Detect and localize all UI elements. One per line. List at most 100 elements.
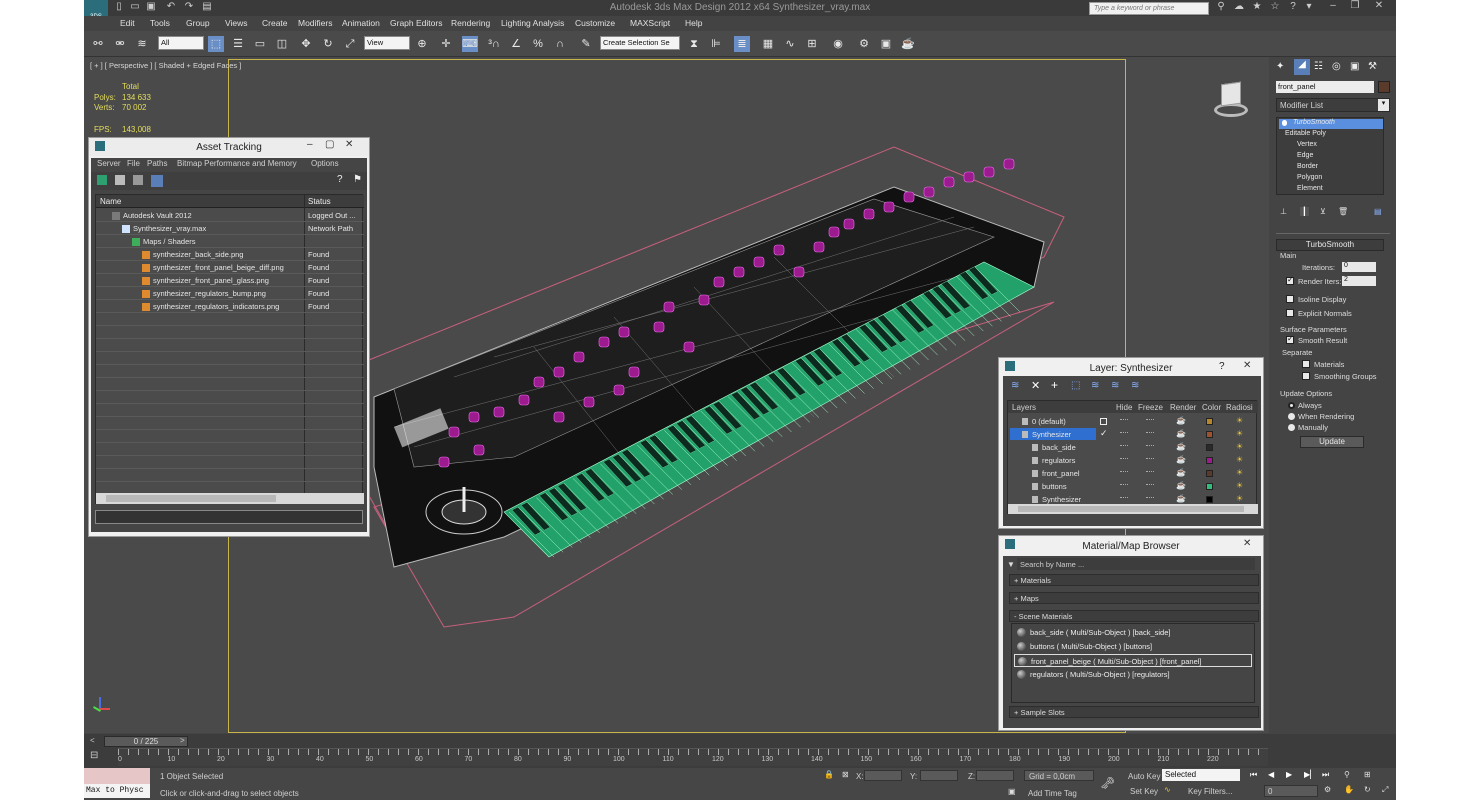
subscription-icon[interactable]: ☁	[1232, 1, 1246, 13]
help-dropdown-icon[interactable]: ▾	[1302, 1, 1316, 13]
table-view-icon[interactable]	[151, 175, 163, 187]
object-name-field[interactable]: front_panel	[1276, 81, 1374, 93]
render-teapot-icon[interactable]: ☕	[1176, 468, 1186, 477]
select-manipulate-icon[interactable]: ✛	[438, 36, 454, 52]
angle-snap-icon[interactable]: ∠	[508, 36, 524, 52]
list-view-icon[interactable]	[115, 175, 125, 185]
modifier-stack[interactable]: TurboSmooth Editable Poly Vertex Edge Border…	[1276, 117, 1384, 195]
radiosity-icon[interactable]: ☀	[1236, 468, 1243, 477]
layer-scrollbar[interactable]	[1008, 504, 1258, 514]
menu-help[interactable]: Help	[685, 18, 702, 28]
layer-color-swatch[interactable]	[1206, 457, 1213, 464]
material-map-browser[interactable]: Material/Map Browser ✕ ▼ Search by Name …	[998, 535, 1264, 731]
maxscript-input[interactable]: Max to Physc	[84, 784, 150, 798]
z-coordinate-field[interactable]	[976, 770, 1014, 781]
section-maps[interactable]: + Maps	[1009, 592, 1259, 604]
asset-row[interactable]: Autodesk Vault 2012 Logged Out ...	[96, 209, 364, 222]
layer-window[interactable]: Layer: Synthesizer ? ✕ ≋ ✕ + ⬚ ≋ ≋ ≋ Lay…	[998, 357, 1264, 529]
render-iters-checkbox[interactable]: ✓	[1286, 275, 1294, 285]
close-icon[interactable]: ✕	[1243, 360, 1251, 371]
create-layer-icon[interactable]: ≋	[1011, 380, 1019, 391]
close-icon[interactable]: ✕	[1368, 0, 1390, 14]
modifier-stack-item[interactable]: Polygon	[1277, 174, 1383, 184]
render-teapot-icon[interactable]: ☕	[1176, 442, 1186, 451]
modify-tab-icon[interactable]: ◢	[1294, 59, 1310, 75]
modifier-stack-item[interactable]: Element	[1277, 185, 1383, 195]
always-radio[interactable]	[1288, 402, 1295, 409]
hide-all-icon[interactable]: ≋	[1111, 380, 1119, 391]
modifier-stack-item[interactable]: Edge	[1277, 152, 1383, 162]
layer-color-swatch[interactable]	[1206, 418, 1213, 425]
orbit-icon[interactable]: ↻	[1364, 785, 1371, 794]
zoom-icon[interactable]: ⚲	[1344, 770, 1350, 779]
layer-row[interactable]: Synthesizer ☕ ☀ ✓	[1008, 428, 1258, 441]
minimize-icon[interactable]: –	[1322, 0, 1344, 14]
when-rendering-radio[interactable]	[1288, 413, 1295, 420]
close-icon[interactable]: ✕	[1243, 538, 1251, 549]
material-search-input[interactable]: Search by Name ...	[1017, 558, 1255, 570]
render-iters-spinner[interactable]: 2	[1342, 276, 1376, 286]
lock-selection-icon[interactable]: 🔒	[824, 770, 834, 779]
select-by-name-icon[interactable]: ☰	[230, 36, 246, 52]
col-freeze[interactable]: Freeze	[1138, 403, 1163, 412]
asset-row[interactable]: synthesizer_regulators_bump.png Found	[96, 287, 364, 300]
x-coordinate-field[interactable]	[864, 770, 902, 781]
move-icon[interactable]: ✥	[298, 36, 314, 52]
absolute-mode-icon[interactable]: ⊠	[842, 770, 849, 779]
render-teapot-icon[interactable]: ☕	[1176, 429, 1186, 438]
layer-toggle-dash[interactable]	[1146, 484, 1154, 486]
configure-sets-icon[interactable]: ▤	[1374, 207, 1382, 216]
asset-row[interactable]: synthesizer_front_panel_beige_diff.png Fo…	[96, 261, 364, 274]
asset-row[interactable]: Synthesizer_vray.max Network Path	[96, 222, 364, 235]
rectangular-selection-icon[interactable]: ▭	[252, 36, 268, 52]
time-slider-next-icon[interactable]: >	[180, 736, 185, 745]
help-icon[interactable]: ?	[337, 174, 343, 185]
graphite-ribbon-icon[interactable]: ▦	[760, 36, 776, 52]
update-button[interactable]: Update	[1300, 436, 1364, 448]
isoline-checkbox[interactable]	[1286, 295, 1294, 303]
named-selection-dropdown[interactable]: Create Selection Se	[600, 36, 680, 50]
layer-row[interactable]: front_panel ☕ ☀	[1008, 467, 1258, 480]
asset-row[interactable]: synthesizer_front_panel_glass.png Found	[96, 274, 364, 287]
object-color-swatch[interactable]	[1378, 81, 1390, 93]
set-key-button[interactable]: Set Key	[1130, 787, 1158, 796]
select-in-layer-icon[interactable]: ⬚	[1071, 380, 1080, 391]
layer-color-swatch[interactable]	[1206, 496, 1213, 503]
smoothing-groups-checkbox[interactable]	[1302, 372, 1310, 380]
render-teapot-icon[interactable]: ☕	[1176, 416, 1186, 425]
layer-color-swatch[interactable]	[1206, 431, 1213, 438]
layer-color-swatch[interactable]	[1206, 444, 1213, 451]
modifier-list-dropdown[interactable]: Modifier List ▾	[1276, 98, 1390, 112]
utilities-tab-icon[interactable]: ⚒	[1368, 61, 1377, 72]
rotate-icon[interactable]: ↻	[320, 36, 336, 52]
col-name-header[interactable]: Name	[100, 197, 121, 206]
layer-toggle-dash[interactable]	[1146, 471, 1154, 473]
key-curve-icon[interactable]: ∿	[1164, 785, 1171, 794]
menu-customize[interactable]: Customize	[575, 18, 615, 28]
display-tab-icon[interactable]: ▣	[1350, 61, 1359, 72]
menu-group[interactable]: Group	[186, 18, 210, 28]
viewport-label[interactable]: [ + ] [ Perspective ] [ Shaded + Edged F…	[90, 61, 241, 70]
col-status-header[interactable]: Status	[308, 197, 331, 206]
section-materials[interactable]: + Materials	[1009, 574, 1259, 586]
asset-tracking-window[interactable]: Asset Tracking – ▢ ✕ Server File Paths B…	[88, 137, 370, 537]
scale-icon[interactable]: ⤢	[342, 36, 358, 52]
curve-editor-icon[interactable]: ∿	[782, 36, 798, 52]
scene-material-item[interactable]: regulators ( Multi/Sub-Object ) [regulat…	[1014, 668, 1252, 681]
go-to-end-icon[interactable]: ⏭	[1322, 770, 1329, 780]
horizontal-scrollbar[interactable]	[96, 493, 364, 504]
time-slider-prev-icon[interactable]: <	[90, 736, 95, 745]
snap-toggle-icon[interactable]: ³∩	[486, 36, 502, 52]
col-render[interactable]: Render	[1170, 403, 1196, 412]
auto-key-button[interactable]: Auto Key	[1128, 772, 1160, 781]
layer-color-swatch[interactable]	[1206, 483, 1213, 490]
asset-menu-server[interactable]: Server	[97, 159, 121, 168]
render-teapot-icon[interactable]: ☕	[1176, 481, 1186, 490]
radiosity-icon[interactable]: ☀	[1236, 416, 1243, 425]
layer-row[interactable]: back_side ☕ ☀	[1008, 441, 1258, 454]
make-unique-icon[interactable]: ⊻	[1320, 207, 1326, 216]
radiosity-icon[interactable]: ☀	[1236, 442, 1243, 451]
layer-color-swatch[interactable]	[1206, 470, 1213, 477]
material-editor-icon[interactable]: ◉	[830, 36, 846, 52]
col-radiosity[interactable]: Radiosi	[1226, 403, 1253, 412]
